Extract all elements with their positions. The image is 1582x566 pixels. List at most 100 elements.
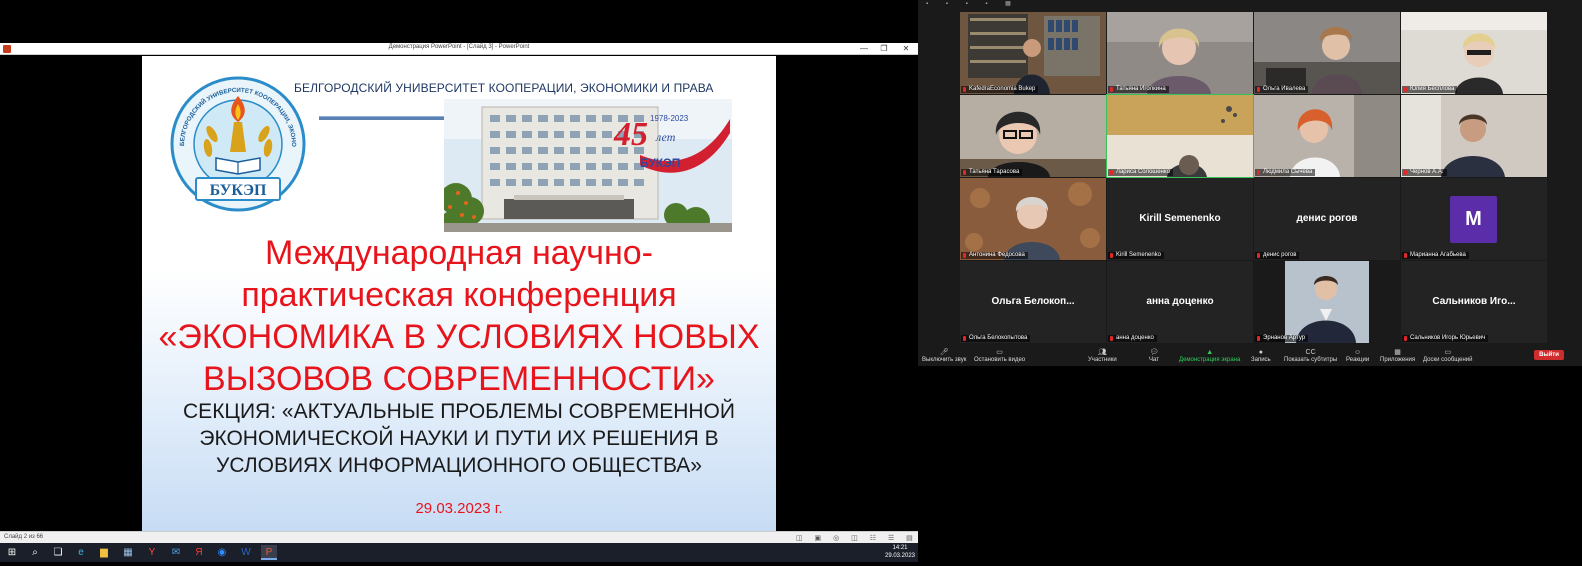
participant-name: Чернов А.А.	[1410, 169, 1444, 175]
presentation-slide[interactable]: БЕЛГОРОДСКИЙ УНИВЕРСИТЕТ КООПЕРАЦИИ, ЭКО…	[142, 56, 776, 531]
participant-tile[interactable]: Сальников Иго... Сальников Игорь Юрьевич	[1401, 261, 1547, 343]
anniversary-badge: БУКЭП	[640, 156, 680, 170]
participant-tile[interactable]: KafedraEconomia Bukep	[960, 12, 1106, 94]
participant-name: Марианна Агабьева	[1410, 252, 1466, 258]
participant-name-tag: Эрнанов Артур	[1255, 335, 1309, 342]
participant-video	[1107, 95, 1253, 177]
muted-mic-icon	[963, 253, 966, 258]
view-mode-icons[interactable]: ◫ ▣ ◎ ◫ ☷ ☰ ▤	[796, 534, 918, 542]
conference-title-line: Международная научно-	[265, 234, 653, 272]
participant-name: Эрнанов Артур	[1263, 335, 1306, 341]
slide-counter: Слайд 2 из 66	[4, 534, 44, 540]
task-view-icon[interactable]: ❏	[50, 545, 66, 560]
conference-date: 29.03.2023 г.	[415, 500, 503, 517]
participant-name: анна доценко	[1116, 335, 1154, 341]
participant-tile[interactable]: Чернов А.А.	[1401, 95, 1547, 177]
chat-button[interactable]: 💬︎ Чат	[1149, 348, 1159, 363]
participant-video	[1401, 95, 1547, 177]
powerpoint-statusbar: Слайд 2 из 66 ◫ ▣ ◎ ◫ ☷ ☰ ▤	[0, 531, 918, 543]
participant-tile[interactable]: Людмила Сычева	[1254, 95, 1400, 177]
participant-tile[interactable]: Антонина Федосова	[960, 178, 1106, 260]
header-divider	[319, 116, 444, 120]
zoom-icon[interactable]: ◉	[214, 545, 230, 560]
participant-tile[interactable]: Kirill Semenenko Kirill Semenenko	[1107, 178, 1253, 260]
file-explorer-icon[interactable]: ▆	[96, 545, 112, 560]
participant-avatar: M	[1450, 196, 1497, 243]
participant-tile[interactable]: Юлия Бесплова	[1401, 12, 1547, 94]
reactions-button[interactable]: ☺ Реакции	[1346, 348, 1369, 363]
search-icon[interactable]: ⌕	[27, 545, 43, 560]
participant-tile[interactable]: Татьяна Иголкина	[1107, 12, 1253, 94]
participants-button[interactable]: 👥︎ Участники	[1088, 348, 1117, 363]
university-logo: БЕЛГОРОДСКИЙ УНИВЕРСИТЕТ КООПЕРАЦИИ, ЭКО…	[166, 74, 306, 212]
muted-mic-icon	[963, 336, 966, 341]
participant-display-name: Сальников Иго...	[1432, 296, 1516, 307]
yandex-icon[interactable]: Я	[191, 545, 207, 560]
anniversary-years: 1978-2023	[650, 114, 689, 123]
participant-name: Людмила Сычева	[1263, 169, 1313, 175]
participant-name: Татьяна Тарасова	[969, 169, 1020, 175]
participant-video	[960, 12, 1106, 94]
maximize-button[interactable]: ❐	[874, 43, 894, 55]
store-icon[interactable]: ▦	[120, 545, 136, 560]
share-screen-button[interactable]: ▲ Демонстрация экрана	[1179, 348, 1240, 363]
participant-name: Сальников Игорь Юрьевич	[1410, 335, 1486, 341]
conference-title-line: ВЫЗОВОВ СОВРЕМЕННОСТИ»	[203, 360, 715, 398]
participant-name: KafedraEconomia Bukep	[969, 86, 1036, 92]
participant-tile[interactable]: Лариса Солошенко	[1106, 94, 1254, 178]
powerpoint-taskbar-icon[interactable]: P	[261, 545, 277, 560]
record-button[interactable]: ● Запись	[1251, 348, 1271, 363]
word-icon[interactable]: W	[238, 545, 254, 560]
participant-name-tag: денис рогов	[1255, 252, 1300, 259]
edge-icon[interactable]: e	[73, 545, 89, 560]
apps-button[interactable]: ▦ Приложения	[1380, 348, 1415, 363]
participant-display-name: анна доценко	[1146, 296, 1214, 307]
mute-button[interactable]: 🎤︎ Выключить звук	[922, 348, 966, 363]
participant-video	[960, 95, 1106, 177]
chat-icon: 💬︎	[1149, 349, 1159, 356]
captions-button[interactable]: CC Показать субтитры	[1284, 348, 1337, 363]
close-button[interactable]: ✕	[896, 43, 916, 55]
participant-name-tag: Чернов А.А.	[1402, 169, 1447, 176]
whiteboards-button[interactable]: ▭ Доски сообщений	[1423, 348, 1473, 363]
zoom-window: ▪ ▪ ▪ ▪ ▦ KafedraEconomia Bukep Татьяна И…	[918, 0, 1582, 366]
participant-video	[1254, 95, 1400, 177]
participants-icon: 👥︎	[1097, 349, 1107, 356]
system-clock[interactable]: 14:21 29.03.2023	[884, 544, 916, 560]
mail-icon[interactable]: ✉	[168, 545, 184, 560]
participant-name-tag: Юлия Бесплова	[1402, 86, 1458, 93]
yandex-browser-icon[interactable]: Y	[144, 545, 160, 560]
conference-title-line: «ЭКОНОМИКА В УСЛОВИЯХ НОВЫХ	[158, 318, 760, 356]
section-title-line: УСЛОВИЯХ ИНФОРМАЦИОННОГО ОБЩЕСТВА»	[216, 454, 702, 477]
participant-tile[interactable]: Ольга Белокоп... Ольга Белокопытова	[960, 261, 1106, 343]
participant-name-tag: Татьяна Тарасова	[961, 169, 1023, 176]
participant-tile[interactable]: Эрнанов Артур	[1254, 261, 1400, 343]
leave-meeting-button[interactable]: Выйти	[1534, 350, 1564, 360]
participant-display-name: денис рогов	[1296, 213, 1358, 224]
participant-video	[1401, 12, 1547, 94]
apps-icon: ▦	[1394, 349, 1401, 356]
participant-video	[1107, 12, 1253, 94]
participant-name: Юлия Бесплова	[1410, 86, 1455, 92]
zoom-top-icons[interactable]: ▪ ▪ ▪ ▪ ▦	[926, 0, 1019, 8]
participant-tile[interactable]: анна доценко анна доценко	[1107, 261, 1253, 343]
participant-tile[interactable]: Ольга Ивалева	[1254, 12, 1400, 94]
windows-logo-icon[interactable]: ⊞	[4, 545, 20, 560]
muted-mic-icon	[1110, 336, 1113, 341]
anniversary-number: 45	[613, 116, 648, 153]
participant-video	[1254, 261, 1400, 343]
participant-video	[1254, 12, 1400, 94]
participant-tile[interactable]: M Марианна Агабьева	[1401, 178, 1547, 260]
participant-tile[interactable]: Татьяна Тарасова	[960, 95, 1106, 177]
participant-name-tag: Лариса Солошенко	[1108, 169, 1173, 176]
minimize-button[interactable]: —	[854, 43, 874, 55]
anniversary-word: лет	[655, 130, 676, 144]
clock-time: 14:21	[892, 545, 908, 551]
section-title-line: ЭКОНОМИЧЕСКОЙ НАУКИ И ПУТИ ИХ РЕШЕНИЯ В	[199, 427, 719, 450]
participant-tile[interactable]: денис рогов денис рогов	[1254, 178, 1400, 260]
clock-date: 29.03.2023	[884, 553, 916, 559]
muted-mic-icon	[1257, 170, 1260, 175]
muted-mic-icon	[1110, 170, 1113, 175]
stop-video-button[interactable]: ▭ Остановить видео	[974, 348, 1025, 363]
muted-mic-icon	[963, 87, 966, 92]
